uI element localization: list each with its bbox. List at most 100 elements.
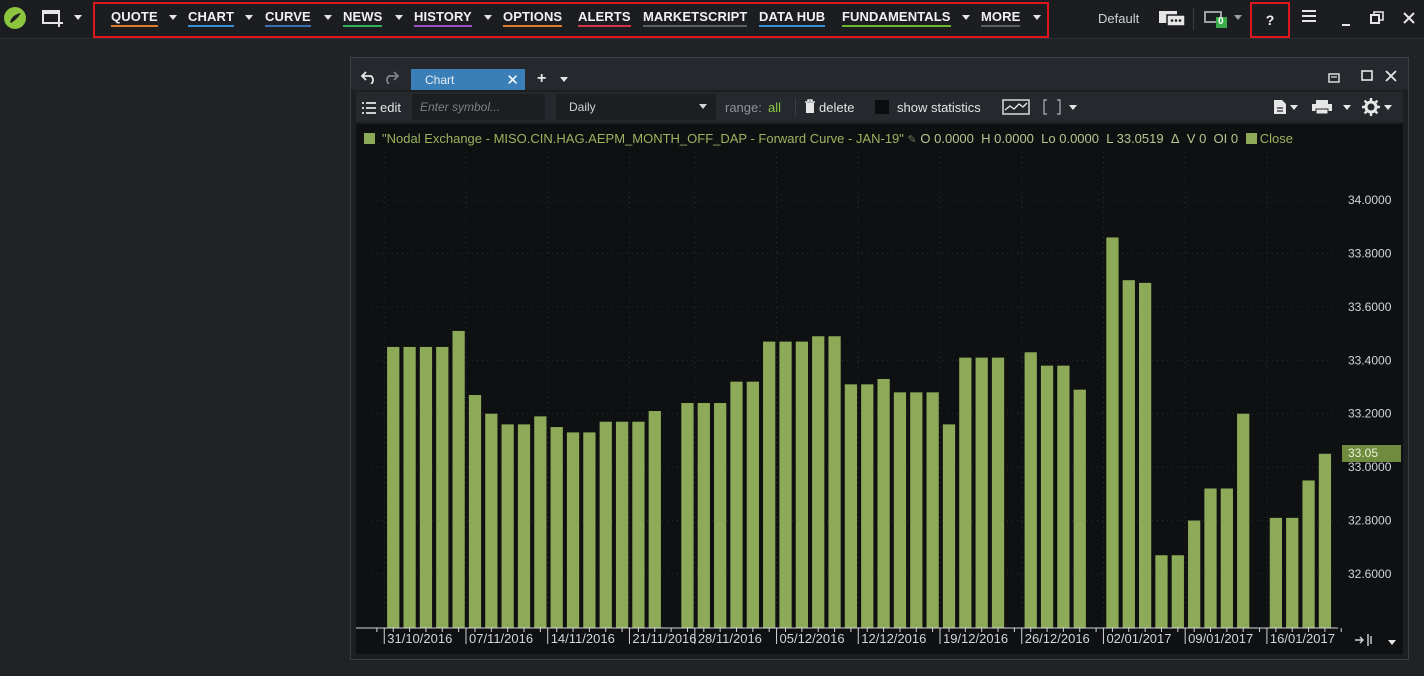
- bar[interactable]: [926, 392, 939, 628]
- axis-dropdown-icon[interactable]: [1388, 640, 1396, 645]
- series-name[interactable]: "Nodal Exchange - MISO.CIN.HAG.AEPM_MONT…: [382, 131, 904, 146]
- bar[interactable]: [1024, 352, 1037, 628]
- tab-chart[interactable]: Chart ✕: [411, 69, 525, 90]
- bar[interactable]: [566, 432, 580, 628]
- bar[interactable]: [1106, 237, 1119, 629]
- nav-options[interactable]: OPTIONS: [503, 10, 563, 27]
- nav-quote[interactable]: QUOTE: [111, 10, 158, 27]
- bar[interactable]: [1122, 280, 1135, 628]
- bracket-dropdown-icon[interactable]: [1069, 105, 1077, 110]
- bar[interactable]: [763, 341, 776, 628]
- detach-icon[interactable]: [1328, 70, 1340, 88]
- bar[interactable]: [861, 384, 874, 628]
- bar[interactable]: [1040, 365, 1054, 628]
- bar[interactable]: [714, 403, 727, 628]
- chart-plot-area[interactable]: 32.6000 32.8000 33.0000 33.2000 33.4000 33.60…: [356, 124, 1403, 654]
- nav-more-dropdown-icon[interactable]: [1033, 15, 1041, 20]
- nav-curve[interactable]: CURVE: [265, 10, 311, 27]
- nav-more[interactable]: MORE: [981, 10, 1021, 27]
- show-statistics-label[interactable]: show statistics: [897, 100, 981, 115]
- bar[interactable]: [387, 346, 400, 628]
- bar[interactable]: [1204, 488, 1217, 628]
- trash-icon[interactable]: [804, 99, 816, 119]
- bar[interactable]: [550, 427, 563, 628]
- bar[interactable]: [697, 403, 710, 628]
- workspace-label[interactable]: Default: [1098, 11, 1139, 26]
- delete-button[interactable]: delete: [819, 100, 854, 115]
- bar[interactable]: [1318, 453, 1332, 628]
- bar[interactable]: [877, 378, 890, 628]
- close-window-icon[interactable]: [1385, 69, 1397, 87]
- nav-alerts[interactable]: ALERTS: [578, 10, 631, 27]
- edit-button[interactable]: edit: [380, 100, 401, 115]
- symbol-input[interactable]: [412, 94, 545, 120]
- bar[interactable]: [1057, 365, 1070, 628]
- nav-fundamentals[interactable]: FUNDAMENTALS: [842, 10, 951, 27]
- range-all-link[interactable]: all: [768, 100, 781, 115]
- bar[interactable]: [419, 346, 433, 628]
- bar[interactable]: [534, 416, 547, 628]
- bar[interactable]: [1155, 555, 1168, 628]
- hamburger-menu-icon[interactable]: [1302, 9, 1316, 28]
- app-logo-icon[interactable]: [4, 7, 26, 29]
- bar[interactable]: [1220, 488, 1233, 628]
- redo-icon[interactable]: [383, 70, 400, 89]
- bracket-tool-icon[interactable]: [1042, 99, 1062, 120]
- connection-status-icon[interactable]: 0: [1204, 9, 1230, 34]
- bar[interactable]: [517, 424, 531, 628]
- bar[interactable]: [615, 421, 629, 628]
- print-dropdown-icon[interactable]: [1343, 105, 1351, 110]
- bar[interactable]: [648, 411, 661, 628]
- bar[interactable]: [828, 336, 841, 628]
- bar[interactable]: [910, 392, 923, 628]
- chat-icon[interactable]: [1158, 9, 1186, 34]
- nav-history-dropdown-icon[interactable]: [484, 15, 492, 20]
- nav-fundamentals-dropdown-icon[interactable]: [962, 15, 970, 20]
- export-dropdown-icon[interactable]: [1290, 105, 1298, 110]
- bar[interactable]: [403, 346, 416, 628]
- restore-icon[interactable]: [1370, 11, 1384, 30]
- bar[interactable]: [942, 424, 956, 628]
- minimize-icon[interactable]: [1340, 14, 1352, 32]
- series-edit-icon[interactable]: ✎: [908, 134, 917, 146]
- bar[interactable]: [681, 403, 694, 628]
- nav-news[interactable]: NEWS: [343, 10, 383, 27]
- bar[interactable]: [991, 357, 1005, 628]
- new-window-icon[interactable]: [42, 9, 63, 27]
- bar[interactable]: [746, 381, 759, 628]
- edit-list-icon[interactable]: [362, 101, 376, 119]
- close-icon[interactable]: [1402, 11, 1416, 30]
- bar[interactable]: [779, 341, 792, 628]
- help-button[interactable]: ?: [1250, 2, 1290, 38]
- new-window-dropdown-icon[interactable]: [74, 15, 82, 20]
- bar[interactable]: [1237, 413, 1250, 628]
- nav-quote-dropdown-icon[interactable]: [169, 15, 177, 20]
- bar[interactable]: [485, 413, 498, 628]
- show-statistics-checkbox[interactable]: [875, 100, 889, 114]
- close-field-label[interactable]: Close: [1260, 131, 1293, 146]
- nav-history[interactable]: HISTORY: [414, 10, 472, 27]
- bar[interactable]: [1073, 389, 1086, 628]
- bar[interactable]: [730, 381, 743, 628]
- bar[interactable]: [1302, 480, 1315, 628]
- bar[interactable]: [844, 384, 858, 628]
- bar[interactable]: [959, 357, 972, 628]
- bar[interactable]: [452, 330, 465, 628]
- close-tab-icon[interactable]: ✕: [506, 71, 519, 89]
- nav-data-hub[interactable]: DATA HUB: [759, 10, 826, 27]
- bar[interactable]: [1286, 517, 1299, 628]
- bar[interactable]: [632, 421, 645, 628]
- nav-chart-dropdown-icon[interactable]: [245, 15, 253, 20]
- nav-curve-dropdown-icon[interactable]: [324, 15, 332, 20]
- nav-news-dropdown-icon[interactable]: [395, 15, 403, 20]
- bar[interactable]: [436, 346, 449, 628]
- undo-icon[interactable]: [360, 70, 377, 89]
- export-icon[interactable]: [1273, 99, 1287, 120]
- nav-chart[interactable]: CHART: [188, 10, 234, 27]
- maximize-icon[interactable]: [1361, 69, 1373, 87]
- axis-fit-icon[interactable]: [1354, 632, 1376, 653]
- bar[interactable]: [812, 336, 825, 628]
- settings-gear-icon[interactable]: [1362, 98, 1380, 121]
- nav-marketscript[interactable]: MARKETSCRIPT: [643, 10, 748, 27]
- bar[interactable]: [501, 424, 514, 628]
